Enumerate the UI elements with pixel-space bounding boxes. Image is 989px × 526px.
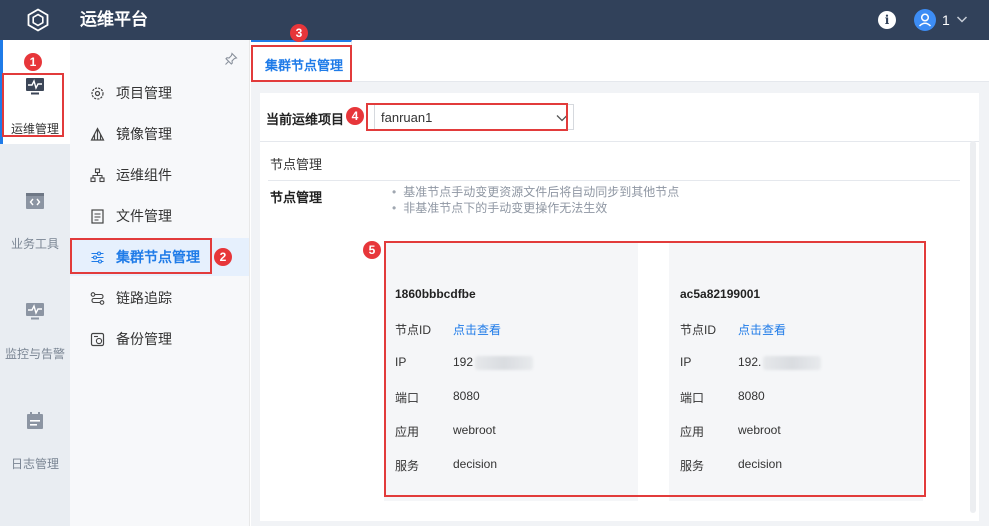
menu-item-file-management[interactable]: 文件管理	[70, 197, 249, 235]
project-label: 当前运维项目	[266, 112, 345, 127]
annotation-badge-5: 5	[363, 241, 381, 259]
menu-item-label: 备份管理	[116, 331, 172, 347]
code-window-icon	[26, 193, 44, 209]
avatar[interactable]	[914, 9, 936, 31]
menu-item-label: 项目管理	[116, 85, 172, 101]
menu-item-project-management[interactable]: 项目管理	[70, 74, 249, 112]
tree-nodes-icon	[90, 168, 105, 183]
notes-list: 基准节点手动变更资源文件后将自动同步到其他节点 非基准节点下的手动变更操作无法生…	[392, 184, 679, 216]
rail-item-label: 业务工具	[10, 237, 59, 251]
menu-item-label: 链路追踪	[116, 290, 172, 306]
info-icon[interactable]: i	[878, 11, 896, 29]
calendar-list-icon	[27, 412, 43, 429]
chevron-down-icon[interactable]	[955, 12, 969, 26]
annotation-badge-2: 2	[214, 248, 232, 266]
annotation-badge-3: 3	[290, 24, 308, 42]
annotation-box-5	[384, 241, 926, 497]
secondary-menu: 项目管理 镜像管理 运维组件 文件管理 集群节点管理 链路追踪 备份管理	[70, 40, 250, 526]
prism-icon	[90, 127, 105, 141]
menu-item-label: 运维组件	[116, 167, 172, 183]
menu-item-ops-components[interactable]: 运维组件	[70, 156, 249, 194]
rail-item-label: 日志管理	[10, 457, 59, 471]
annotation-badge-4: 4	[346, 107, 364, 125]
backup-icon	[90, 332, 105, 347]
node-management-label: 节点管理	[270, 190, 323, 205]
rail-item-business-tools[interactable]: 业务工具	[0, 155, 70, 259]
annotation-box-3	[251, 45, 352, 82]
user-icon	[918, 13, 932, 27]
rail-item-label: 监控与告警	[4, 347, 65, 361]
annotation-box-2	[70, 238, 212, 274]
app-title: 运维平台	[80, 10, 148, 29]
divider	[260, 141, 979, 142]
trace-icon	[90, 292, 105, 305]
annotation-box-1	[2, 73, 64, 137]
rail-item-log-management[interactable]: 日志管理	[0, 375, 70, 479]
menu-item-image-management[interactable]: 镜像管理	[70, 115, 249, 153]
annotation-box-4	[366, 103, 568, 131]
menu-item-backup-management[interactable]: 备份管理	[70, 320, 249, 358]
monitor-pulse-icon	[26, 303, 44, 320]
divider	[268, 180, 960, 181]
note-item: 非基准节点下的手动变更操作无法生效	[392, 200, 679, 216]
annotation-badge-1: 1	[24, 53, 42, 71]
menu-item-label: 文件管理	[116, 208, 172, 224]
cube-logo-icon[interactable]	[26, 8, 50, 32]
gear-icon	[91, 87, 104, 100]
top-bar: 运维平台 i 1	[0, 0, 989, 40]
user-name[interactable]: 1	[942, 11, 950, 29]
menu-item-label: 镜像管理	[116, 126, 172, 142]
vertical-scrollbar[interactable]	[970, 141, 976, 513]
pin-icon[interactable]	[224, 52, 238, 66]
section-title: 节点管理	[270, 157, 323, 172]
rail-item-monitoring-alerts[interactable]: 监控与告警	[0, 265, 70, 369]
tab-bar: 集群节点管理	[251, 40, 989, 82]
note-item: 基准节点手动变更资源文件后将自动同步到其他节点	[392, 184, 679, 200]
document-icon	[91, 209, 104, 224]
menu-item-trace[interactable]: 链路追踪	[70, 279, 249, 317]
